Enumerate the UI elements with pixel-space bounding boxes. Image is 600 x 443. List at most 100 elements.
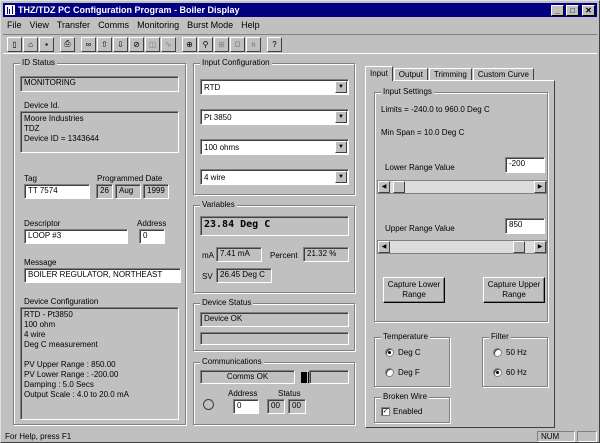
comms-address-input[interactable]: 0 — [233, 399, 259, 414]
maximize-icon[interactable]: □ — [566, 4, 579, 16]
minimize-icon[interactable]: _ — [551, 4, 564, 16]
download-icon[interactable]: ⇩ — [113, 36, 128, 52]
chevron-down-icon[interactable]: ▼ — [335, 141, 347, 153]
filter-group: Filter 50 Hz 60 Hz — [482, 332, 548, 387]
ma-value: 7.41 mA — [216, 247, 262, 262]
menu-comms[interactable]: Comms — [94, 20, 133, 30]
sensor-type-select[interactable]: RTD ▼ — [200, 79, 349, 95]
scroll-right-icon[interactable]: ▶ — [534, 241, 546, 253]
comms-indicator-icon — [203, 399, 214, 410]
50hz-radio[interactable]: 50 Hz — [493, 348, 527, 357]
scroll-left-icon[interactable]: ◀ — [378, 241, 390, 253]
tag-input[interactable]: TT 7574 — [24, 184, 90, 199]
input-settings-title: Input Settings — [381, 87, 434, 96]
main-area: ID Status MONITORING Device Id. Moore In… — [3, 56, 597, 429]
new-icon[interactable]: ▯ — [7, 36, 22, 52]
upper-range-slider[interactable]: ◀ ▶ — [377, 240, 547, 254]
chevron-down-icon[interactable]: ▼ — [335, 81, 347, 93]
help-icon[interactable]: ? — [267, 36, 282, 52]
message-label: Message — [24, 258, 57, 267]
device-status-value: Device OK — [200, 312, 349, 327]
scroll-right-icon[interactable]: ▶ — [534, 181, 546, 193]
range-icon[interactable]: ⚲ — [198, 36, 213, 52]
lower-range-input[interactable]: -200 — [505, 157, 545, 173]
lower-range-slider[interactable]: ◀ ▶ — [377, 180, 547, 194]
radio-icon — [385, 368, 394, 377]
pv-display: 23.84 Deg C — [200, 216, 349, 236]
stop-icon[interactable]: ⊘ — [129, 36, 144, 52]
save-icon[interactable]: ▪ — [39, 36, 54, 52]
percent-value: 21.32 % — [303, 247, 349, 262]
app-icon — [5, 5, 15, 15]
tab-input[interactable]: Input — [365, 66, 393, 81]
menu-file[interactable]: File — [3, 20, 26, 30]
status-bar: For Help, press F1 NUM — [3, 430, 597, 442]
wiring-select[interactable]: 4 wire ▼ — [200, 169, 349, 185]
60hz-label: 60 Hz — [506, 368, 527, 377]
menu-monitoring[interactable]: Monitoring — [133, 20, 183, 30]
date-month: Aug — [115, 184, 141, 199]
menu-view[interactable]: View — [26, 20, 53, 30]
input-settings-group: Input Settings Limits = -240.0 to 960.0 … — [374, 87, 548, 322]
radio-icon — [493, 348, 502, 357]
radio-icon — [385, 348, 394, 357]
upper-range-label: Upper Range Value — [385, 224, 455, 233]
sensor-type-value: RTD — [204, 83, 221, 92]
descriptor-input[interactable]: LOOP #3 — [24, 229, 128, 244]
60hz-radio[interactable]: 60 Hz — [493, 368, 527, 377]
deg-c-radio[interactable]: Deg C — [385, 348, 421, 357]
capture-upper-button[interactable]: Capture Upper Range — [483, 277, 545, 303]
min-span-text: Min Span = 10.0 Deg C — [381, 128, 465, 137]
lower-range-label: Lower Range Value — [385, 163, 455, 172]
device-config-label: Device Configuration — [24, 297, 99, 306]
sensor-icon[interactable]: ⊞ — [214, 36, 229, 52]
deg-f-radio[interactable]: Deg F — [385, 368, 420, 377]
loop-icon[interactable]: ∞ — [81, 36, 96, 52]
chevron-down-icon[interactable]: ▼ — [335, 171, 347, 183]
ma-label: mA — [202, 251, 214, 260]
sv-label: SV — [202, 272, 213, 281]
title-bar: THZ/TDZ PC Configuration Program - Boile… — [3, 3, 597, 17]
upper-range-input[interactable]: 850 — [505, 218, 545, 234]
trim-icon[interactable]: ◫ — [145, 36, 160, 52]
status-cell-empty — [577, 430, 597, 442]
input-config-group: Input Configuration RTD ▼ Pt 3850 ▼ 100 oh… — [193, 58, 355, 195]
id-status-group: ID Status MONITORING Device Id. Moore In… — [13, 58, 186, 425]
address-input[interactable]: 0 — [139, 229, 165, 244]
comms-extra — [309, 370, 349, 384]
device-status-title: Device Status — [200, 298, 254, 307]
ohms-icon[interactable]: ʀ — [246, 36, 261, 52]
tab-strip: Input Output Trimming Custom Curve — [365, 66, 535, 81]
capture-lower-button[interactable]: Capture Lower Range — [383, 277, 445, 303]
close-icon[interactable]: ✕ — [582, 4, 595, 16]
comms-address-label: Address — [228, 389, 258, 398]
upload-icon[interactable]: ⇧ — [97, 36, 112, 52]
broken-wire-checkbox[interactable]: ✓ Enabled — [381, 407, 422, 416]
upper-range-thumb[interactable] — [513, 241, 525, 253]
filter-title: Filter — [489, 332, 511, 341]
monitoring-status: MONITORING — [20, 76, 179, 92]
deg-f-label: Deg F — [398, 368, 420, 377]
lower-range-thumb[interactable] — [393, 181, 405, 193]
broken-wire-group: Broken Wire ✓ Enabled — [374, 392, 450, 423]
menu-help[interactable]: Help — [237, 20, 264, 30]
date-day: 26 — [96, 184, 113, 199]
scroll-left-icon[interactable]: ◀ — [378, 181, 390, 193]
50hz-label: 50 Hz — [506, 348, 527, 357]
wave-icon[interactable]: ∿ — [161, 36, 176, 52]
print-icon[interactable]: ⎙ — [60, 36, 75, 52]
menu-burst-mode[interactable]: Burst Mode — [183, 20, 237, 30]
capture-icon[interactable]: ⊕ — [182, 36, 197, 52]
sensor-element-select[interactable]: Pt 3850 ▼ — [200, 109, 349, 125]
resistance-icon[interactable]: Ω — [230, 36, 245, 52]
checkbox-icon: ✓ — [381, 407, 390, 416]
num-lock-indicator: NUM — [537, 430, 575, 442]
chevron-down-icon[interactable]: ▼ — [335, 111, 347, 123]
menu-transfer[interactable]: Transfer — [53, 20, 94, 30]
resistance-select[interactable]: 100 ohms ▼ — [200, 139, 349, 155]
message-input[interactable]: BOILER REGULATOR, NORTHEAST — [24, 268, 181, 283]
open-icon[interactable]: ⌂ — [23, 36, 38, 52]
date-year: 1999 — [143, 184, 169, 199]
status-byte-2: 00 — [288, 399, 306, 414]
toolbar: ▯ ⌂ ▪ ⎙ ∞ ⇧ ⇩ ⊘ ◫ ∿ ⊕ ⚲ ⊞ Ω ʀ ? — [3, 34, 597, 54]
